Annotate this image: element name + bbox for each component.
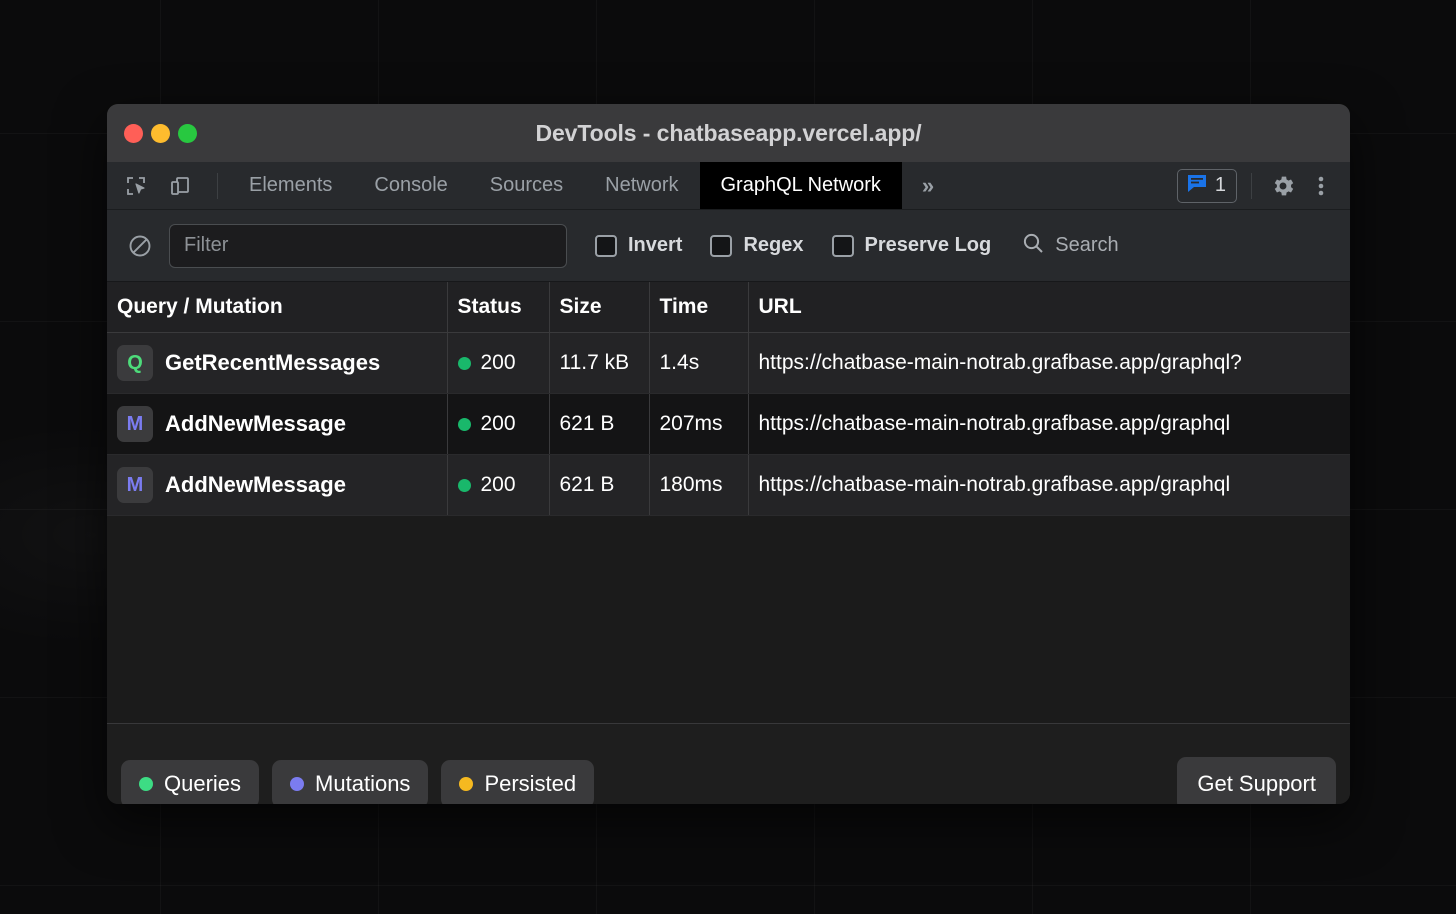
status-dot-icon [458,418,471,431]
close-window-button[interactable] [124,124,143,143]
operation-name: AddNewMessage [165,411,346,437]
persisted-dot-icon [459,777,473,791]
column-header-status[interactable]: Status [447,282,549,333]
issues-message-icon [1186,173,1208,198]
table-header-row: Query / Mutation Status Size Time URL [107,282,1350,333]
operation-type-badge: M [117,406,153,442]
status-dot-icon [458,357,471,370]
devtools-window: DevTools - chatbaseapp.vercel.app/ Eleme… [107,104,1350,804]
table-row[interactable]: M AddNewMessage 200 621 B 180ms https://… [107,455,1350,516]
tabbar-right-divider [1251,173,1252,199]
status-dot-icon [458,479,471,492]
preserve-log-checkbox[interactable]: Preserve Log [832,234,992,257]
cell-size: 621 B [549,455,649,516]
filter-toolbar: Invert Regex Preserve Log Search [107,210,1350,282]
tabbar-left-icons [107,162,228,209]
operation-name: AddNewMessage [165,472,346,498]
regex-checkbox-box[interactable] [710,235,732,257]
traffic-light-buttons [124,124,197,143]
cell-time: 180ms [649,455,748,516]
legend-persisted[interactable]: Persisted [441,760,594,804]
column-header-time[interactable]: Time [649,282,748,333]
table-row[interactable]: Q GetRecentMessages 200 11.7 kB 1.4s htt… [107,333,1350,394]
clear-log-icon[interactable] [123,229,157,263]
legend-mutations[interactable]: Mutations [272,760,428,804]
devtools-tab-list: Elements Console Sources Network GraphQL… [228,162,902,209]
kebab-menu-icon[interactable] [1304,169,1338,203]
window-titlebar: DevTools - chatbaseapp.vercel.app/ [107,104,1350,162]
legend-queries-label: Queries [164,771,241,797]
cell-status: 200 [447,394,549,455]
column-header-url[interactable]: URL [748,282,1350,333]
column-header-size[interactable]: Size [549,282,649,333]
more-tabs-chevron-icon[interactable]: » [902,162,954,209]
preserve-log-checkbox-label: Preserve Log [865,234,992,257]
search-label: Search [1055,234,1118,257]
issues-button[interactable]: 1 [1177,169,1237,203]
legend-persisted-label: Persisted [484,771,576,797]
tab-sources[interactable]: Sources [469,162,584,209]
operation-type-badge: M [117,467,153,503]
search-button[interactable]: Search [1021,231,1118,260]
maximize-window-button[interactable] [178,124,197,143]
mutations-dot-icon [290,777,304,791]
minimize-window-button[interactable] [151,124,170,143]
issues-count: 1 [1215,174,1226,197]
invert-checkbox-box[interactable] [595,235,617,257]
preserve-log-checkbox-box[interactable] [832,235,854,257]
legend-queries[interactable]: Queries [121,760,259,804]
status-code: 200 [481,412,516,436]
cell-status: 200 [447,455,549,516]
cell-status: 200 [447,333,549,394]
tab-graphql-network[interactable]: GraphQL Network [700,162,902,209]
invert-checkbox-label: Invert [628,234,682,257]
status-code: 200 [481,473,516,497]
tabbar-divider [217,173,218,199]
cell-operation-name: Q GetRecentMessages [107,333,447,394]
queries-dot-icon [139,777,153,791]
window-title: DevTools - chatbaseapp.vercel.app/ [107,120,1350,147]
cell-url: https://chatbase-main-notrab.grafbase.ap… [748,333,1350,394]
cell-operation-name: M AddNewMessage [107,394,447,455]
tabbar-right-icons: 1 [1177,162,1350,209]
cell-operation-name: M AddNewMessage [107,455,447,516]
inspect-element-icon[interactable] [119,169,153,203]
graphql-requests-table[interactable]: Query / Mutation Status Size Time URL Q … [107,282,1350,723]
table-row[interactable]: M AddNewMessage 200 621 B 207ms https://… [107,394,1350,455]
gear-icon[interactable] [1266,169,1300,203]
status-code: 200 [481,351,516,375]
cell-size: 621 B [549,394,649,455]
get-support-button[interactable]: Get Support [1177,757,1336,804]
regex-checkbox[interactable]: Regex [710,234,803,257]
cell-size: 11.7 kB [549,333,649,394]
status-bar: Queries Mutations Persisted Get Support [107,723,1350,804]
legend-mutations-label: Mutations [315,771,410,797]
tab-network[interactable]: Network [584,162,699,209]
cell-url: https://chatbase-main-notrab.grafbase.ap… [748,455,1350,516]
cell-time: 207ms [649,394,748,455]
operation-type-badge: Q [117,345,153,381]
cell-time: 1.4s [649,333,748,394]
cell-url: https://chatbase-main-notrab.grafbase.ap… [748,394,1350,455]
filter-input[interactable] [169,224,567,268]
tab-elements[interactable]: Elements [228,162,353,209]
devtools-tabbar: Elements Console Sources Network GraphQL… [107,162,1350,210]
operation-name: GetRecentMessages [165,350,380,376]
search-icon [1021,231,1045,260]
tab-console[interactable]: Console [353,162,468,209]
device-toolbar-icon[interactable] [163,169,197,203]
regex-checkbox-label: Regex [743,234,803,257]
invert-checkbox[interactable]: Invert [595,234,682,257]
column-header-query-mutation[interactable]: Query / Mutation [107,282,447,333]
